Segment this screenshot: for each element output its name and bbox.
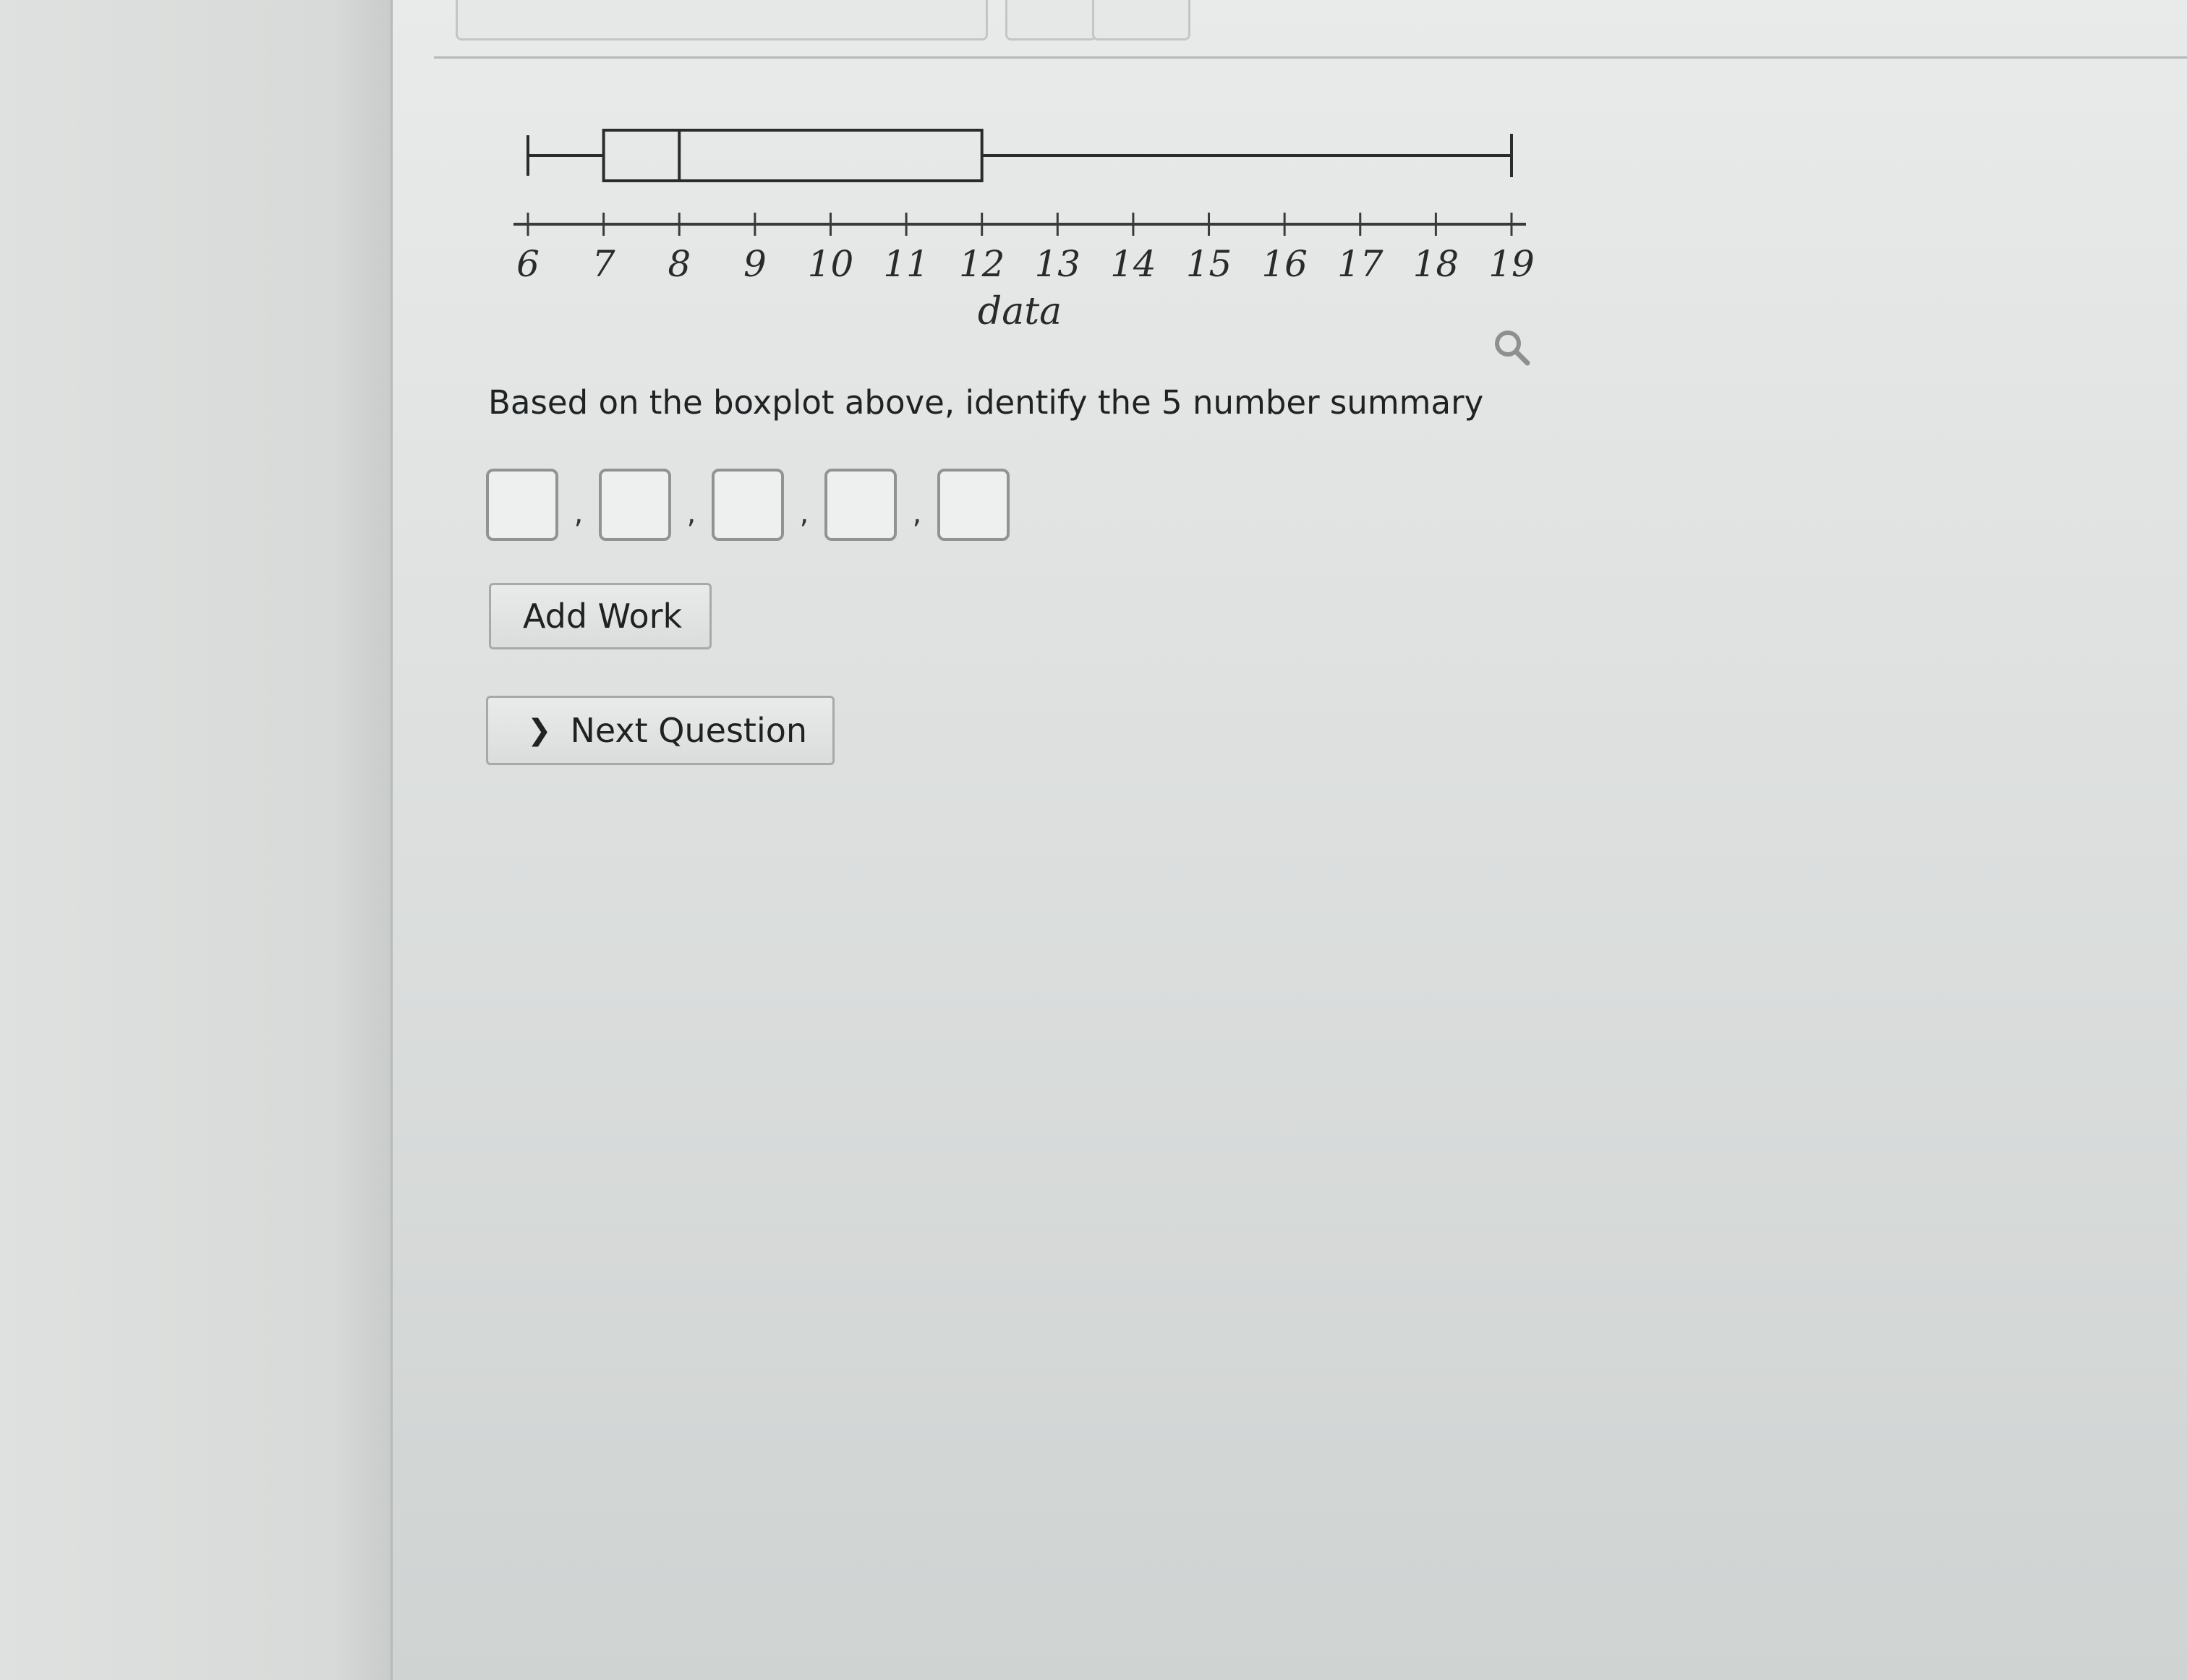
iqr-box xyxy=(602,129,984,182)
next-question-button[interactable]: ❯ Next Question xyxy=(486,696,835,765)
x-tick-label: 11 xyxy=(883,243,929,285)
answer-fields: , , , , xyxy=(486,469,1010,541)
question-prompt: Based on the boxplot above, identify the… xyxy=(488,383,1484,422)
answer-input-3[interactable] xyxy=(712,469,784,541)
top-tab[interactable] xyxy=(1092,0,1190,40)
x-axis-label: data xyxy=(978,290,1062,333)
x-tick-label: 7 xyxy=(592,243,615,285)
comma-separator: , xyxy=(686,497,696,530)
x-tick-label: 8 xyxy=(668,243,691,285)
x-tick-label: 15 xyxy=(1186,243,1232,285)
add-work-label: Add Work xyxy=(523,597,683,636)
next-question-label: Next Question xyxy=(570,711,808,750)
x-tick-label: 10 xyxy=(808,243,854,285)
comma-separator: , xyxy=(912,497,922,530)
top-tab[interactable] xyxy=(1005,0,1096,40)
x-tick-label: 9 xyxy=(743,243,767,285)
x-tick-label: 13 xyxy=(1034,243,1080,285)
answer-input-2[interactable] xyxy=(599,469,671,541)
x-tick-label: 17 xyxy=(1337,243,1384,285)
answer-input-4[interactable] xyxy=(824,469,897,541)
x-tick-label: 14 xyxy=(1110,243,1156,285)
comma-separator: , xyxy=(574,497,584,530)
answer-input-1[interactable] xyxy=(486,469,558,541)
x-tick-label: 12 xyxy=(959,243,1005,285)
x-tick-label: 19 xyxy=(1488,243,1535,285)
x-tick-label: 18 xyxy=(1413,243,1459,285)
left-margin xyxy=(0,0,391,1680)
boxplot-chart: 6 7 8 9 10 11 12 13 14 15 16 17 18 19 data xyxy=(513,129,1535,333)
x-tick-label: 6 xyxy=(516,243,540,285)
divider xyxy=(434,56,2187,59)
answer-input-5[interactable] xyxy=(937,469,1010,541)
comma-separator: , xyxy=(799,497,809,530)
magnify-icon[interactable] xyxy=(1490,325,1533,369)
add-work-button[interactable]: Add Work xyxy=(489,583,712,649)
top-tab[interactable] xyxy=(456,0,988,40)
x-tick-label: 16 xyxy=(1261,243,1308,285)
chevron-right-icon: ❯ xyxy=(527,714,552,747)
